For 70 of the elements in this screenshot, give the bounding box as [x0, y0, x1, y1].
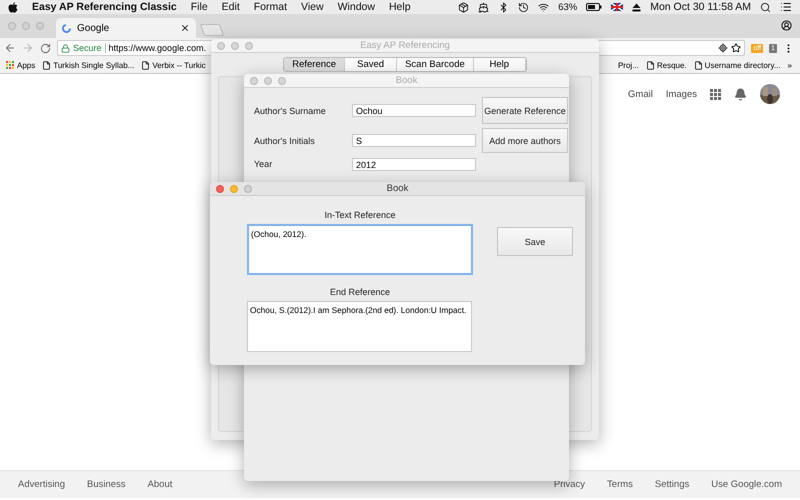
header-link[interactable]: Images: [666, 88, 697, 100]
footer-link[interactable]: About: [148, 479, 172, 490]
page-icon: [141, 61, 150, 70]
location-icon[interactable]: [718, 43, 728, 53]
clock[interactable]: Mon Oct 30 11:58 AM: [650, 1, 751, 13]
bookmarks-overflow[interactable]: »: [788, 61, 792, 70]
apple-icon[interactable]: [8, 2, 18, 12]
back-icon[interactable]: [4, 42, 16, 54]
menu-item[interactable]: File: [190, 1, 208, 13]
action-button[interactable]: Add more authors: [482, 128, 568, 153]
menu-item[interactable]: Help: [388, 1, 411, 13]
bookmark-link[interactable]: Turkish Single Syllab...: [53, 61, 134, 70]
box-icon[interactable]: [458, 2, 470, 12]
browser-tab[interactable]: Google: [56, 18, 196, 38]
menu-item[interactable]: Edit: [222, 1, 240, 13]
footer-link[interactable]: Business: [87, 479, 126, 490]
title-bar[interactable]: Book: [210, 182, 585, 196]
tab[interactable]: Reference: [284, 58, 346, 71]
footer-link[interactable]: Terms: [607, 479, 633, 490]
battery-icon[interactable]: [586, 3, 602, 11]
battery-percentage: 63%: [558, 2, 578, 12]
input-field[interactable]: 2012: [352, 158, 476, 170]
menu-item[interactable]: Format: [254, 1, 288, 13]
window-title: Book: [396, 75, 418, 86]
window-title: Book: [386, 183, 408, 194]
field-label: Author's Initials: [254, 136, 316, 146]
field-label: Author's Surname: [254, 106, 327, 116]
reload-icon[interactable]: [40, 42, 51, 54]
page-icon: [694, 61, 703, 70]
page-icon: [42, 61, 52, 70]
action-button[interactable]: Generate Reference: [482, 97, 568, 124]
bookmark-link[interactable]: Proj...: [618, 61, 639, 70]
apps-grid-icon[interactable]: [710, 88, 721, 100]
flag-icon[interactable]: [611, 3, 624, 11]
footer-link[interactable]: Use Google.com: [711, 479, 782, 490]
search-icon[interactable]: [760, 2, 771, 12]
header-link[interactable]: Gmail: [628, 88, 653, 100]
ship-icon[interactable]: [478, 2, 490, 12]
text-area[interactable]: Ochou, S.(2012).I am Sephora.(2nd ed). London:U Impact.: [247, 301, 472, 352]
footer-link[interactable]: Settings: [654, 479, 690, 490]
field-label: End Reference: [330, 287, 390, 297]
account-icon[interactable]: [781, 20, 792, 31]
apps-grid-icon: [6, 61, 15, 70]
bookmark-link[interactable]: Verbix -- Turkic: [152, 61, 206, 70]
bookmark-link[interactable]: Username directory...: [704, 61, 781, 70]
field-label: Year: [254, 159, 274, 169]
footer-link[interactable]: Advertising: [18, 479, 65, 490]
save-button[interactable]: Save: [497, 227, 573, 256]
tab[interactable]: Help: [474, 58, 526, 71]
close-icon[interactable]: [180, 23, 190, 33]
text-area[interactable]: (Ochou, 2012).: [247, 224, 473, 275]
eject-icon[interactable]: [632, 2, 642, 12]
page-icon: [646, 61, 655, 70]
footer-link[interactable]: Privacy: [554, 479, 586, 490]
window-title: Easy AP Referencing: [360, 40, 450, 51]
wifi-icon[interactable]: [538, 2, 550, 12]
notifications-icon[interactable]: [734, 88, 747, 100]
input-field[interactable]: S: [352, 134, 476, 147]
menu-item[interactable]: View: [301, 1, 324, 13]
menu-item[interactable]: Window: [338, 1, 375, 13]
lock-icon: [61, 44, 70, 52]
input-field[interactable]: Ochou: [352, 104, 476, 117]
app-name[interactable]: Easy AP Referencing Classic: [32, 1, 177, 13]
tab[interactable]: Saved: [345, 58, 398, 71]
bookmark-link[interactable]: Resque.: [656, 61, 687, 70]
tab[interactable]: Scan Barcode: [397, 58, 474, 71]
clock-icon[interactable]: [518, 2, 530, 12]
field-label: In-Text Reference: [324, 210, 396, 220]
bookmark-link[interactable]: Apps: [17, 61, 36, 70]
star-icon[interactable]: [731, 43, 742, 53]
